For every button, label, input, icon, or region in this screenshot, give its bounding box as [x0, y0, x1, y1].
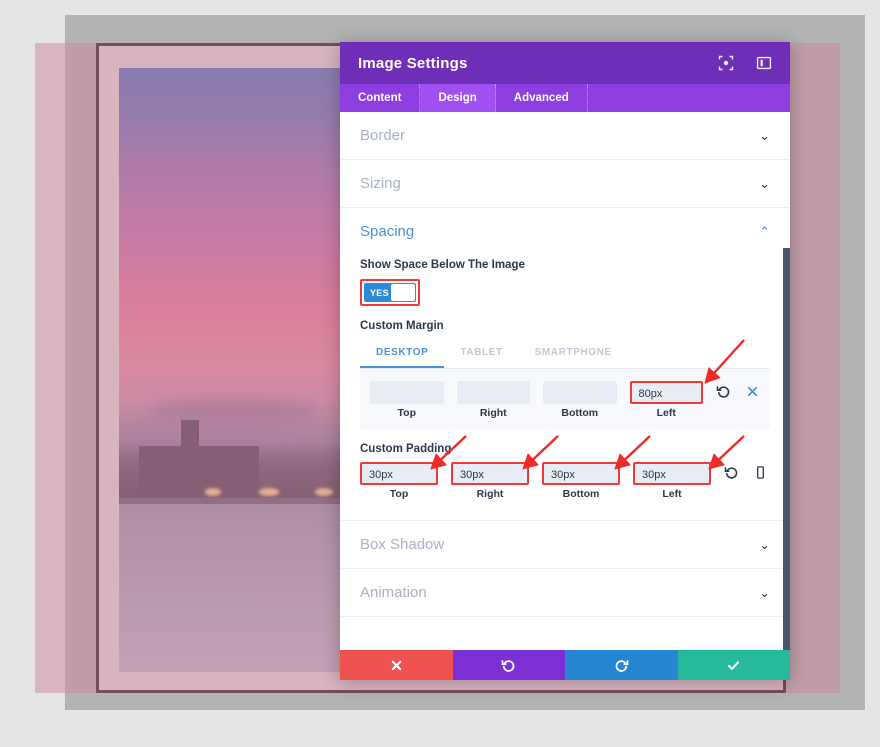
padding-top-caption: Top: [389, 488, 409, 500]
fullscreen-icon[interactable]: [718, 55, 734, 71]
tab-design[interactable]: Design: [420, 84, 496, 112]
margin-bottom-field: Bottom: [543, 381, 617, 419]
padding-row-actions: [724, 462, 768, 480]
section-header-animation[interactable]: Animation ⌄: [360, 569, 770, 616]
section-title-animation: Animation: [360, 584, 427, 601]
toggle-knob: [391, 284, 415, 301]
section-sizing: Sizing ⌄: [340, 160, 790, 208]
margin-right-input[interactable]: [456, 381, 530, 404]
section-border: Border ⌄: [340, 112, 790, 160]
section-spacing: Spacing ⌃ Show Space Below The Image YES…: [340, 208, 790, 521]
margin-top-field: Top: [370, 381, 444, 419]
redo-button[interactable]: [565, 650, 678, 680]
padding-top-input[interactable]: 30px: [360, 462, 438, 485]
padding-bottom-field: 30px Bottom: [542, 462, 620, 500]
padding-fields-row: 30px Top 30px Right 30px Bottom 30px Lef…: [360, 462, 770, 506]
section-title-border: Border: [360, 127, 406, 144]
cancel-button[interactable]: [340, 650, 453, 680]
show-space-toggle-highlight: YES: [360, 279, 420, 306]
margin-bottom-input[interactable]: [543, 381, 617, 404]
modal-body: Border ⌄ Sizing ⌄ Spacing ⌃ Show Space B…: [340, 112, 790, 650]
padding-top-field: 30px Top: [360, 462, 438, 500]
mobile-device-icon[interactable]: [753, 465, 768, 480]
chevron-down-icon: ⌄: [759, 585, 770, 600]
chevron-down-icon: ⌄: [759, 128, 770, 143]
padding-bottom-input[interactable]: 30px: [542, 462, 620, 485]
margin-bottom-caption: Bottom: [561, 407, 599, 419]
custom-margin-label: Custom Margin: [360, 320, 444, 332]
margin-top-caption: Top: [397, 407, 416, 419]
clear-icon[interactable]: [745, 384, 760, 399]
spacing-content: Show Space Below The Image YES Custom Ma…: [360, 259, 770, 520]
show-space-toggle[interactable]: YES: [364, 283, 416, 302]
padding-left-field: 30px Left: [633, 462, 711, 500]
section-title-spacing: Spacing: [360, 223, 415, 240]
margin-row-actions: [716, 381, 760, 399]
reset-icon[interactable]: [716, 384, 731, 399]
padding-left-caption: Left: [662, 488, 682, 500]
undo-button[interactable]: [452, 650, 565, 680]
reset-icon[interactable]: [724, 465, 739, 480]
section-header-sizing[interactable]: Sizing ⌄: [360, 160, 770, 207]
device-tab-tablet[interactable]: TABLET: [444, 339, 518, 368]
tab-content[interactable]: Content: [340, 84, 421, 112]
modal-footer: [340, 650, 790, 680]
margin-fields-row: Top Right Bottom 80px Left: [360, 369, 770, 429]
chevron-up-icon: ⌃: [759, 224, 770, 239]
image-settings-modal: Image Settings Content Design Advanced B…: [340, 42, 790, 680]
padding-right-input[interactable]: 30px: [451, 462, 529, 485]
margin-left-field: 80px Left: [629, 381, 703, 419]
section-header-box-shadow[interactable]: Box Shadow ⌄: [360, 521, 770, 568]
padding-right-caption: Right: [476, 488, 504, 500]
save-button[interactable]: [677, 650, 790, 680]
margin-top-input[interactable]: [370, 381, 444, 404]
section-header-border[interactable]: Border ⌄: [360, 112, 770, 159]
custom-padding-label: Custom Padding: [360, 443, 452, 455]
device-tab-desktop[interactable]: DESKTOP: [360, 339, 445, 368]
modal-header: Image Settings: [340, 42, 790, 84]
padding-bottom-caption: Bottom: [562, 488, 600, 500]
padding-right-field: 30px Right: [451, 462, 529, 500]
layout-panel-icon[interactable]: [756, 55, 772, 71]
section-header-spacing[interactable]: Spacing ⌃: [360, 208, 770, 255]
margin-left-caption: Left: [656, 407, 676, 419]
modal-title: Image Settings: [358, 54, 468, 72]
modal-header-actions: [718, 55, 772, 71]
section-box-shadow: Box Shadow ⌄: [340, 521, 790, 569]
margin-right-caption: Right: [479, 407, 507, 419]
section-animation: Animation ⌄: [340, 569, 790, 617]
toggle-value: YES: [370, 287, 389, 298]
chevron-down-icon: ⌄: [759, 176, 770, 191]
modal-tabs: Content Design Advanced: [340, 84, 790, 112]
padding-left-input[interactable]: 30px: [633, 462, 711, 485]
section-title-sizing: Sizing: [360, 175, 401, 192]
canvas-stage: Image Settings Content Design Advanced B…: [0, 0, 880, 747]
margin-left-input[interactable]: 80px: [629, 381, 703, 404]
section-title-box-shadow: Box Shadow: [360, 536, 445, 553]
modal-scrollbar[interactable]: [783, 248, 790, 650]
show-space-label: Show Space Below The Image: [360, 259, 525, 271]
margin-device-tabs: DESKTOP TABLET SMARTPHONE: [360, 339, 770, 369]
device-tab-smartphone[interactable]: SMARTPHONE: [519, 339, 628, 368]
chevron-down-icon: ⌄: [759, 537, 770, 552]
tab-advanced[interactable]: Advanced: [496, 84, 588, 112]
margin-right-field: Right: [456, 381, 530, 419]
